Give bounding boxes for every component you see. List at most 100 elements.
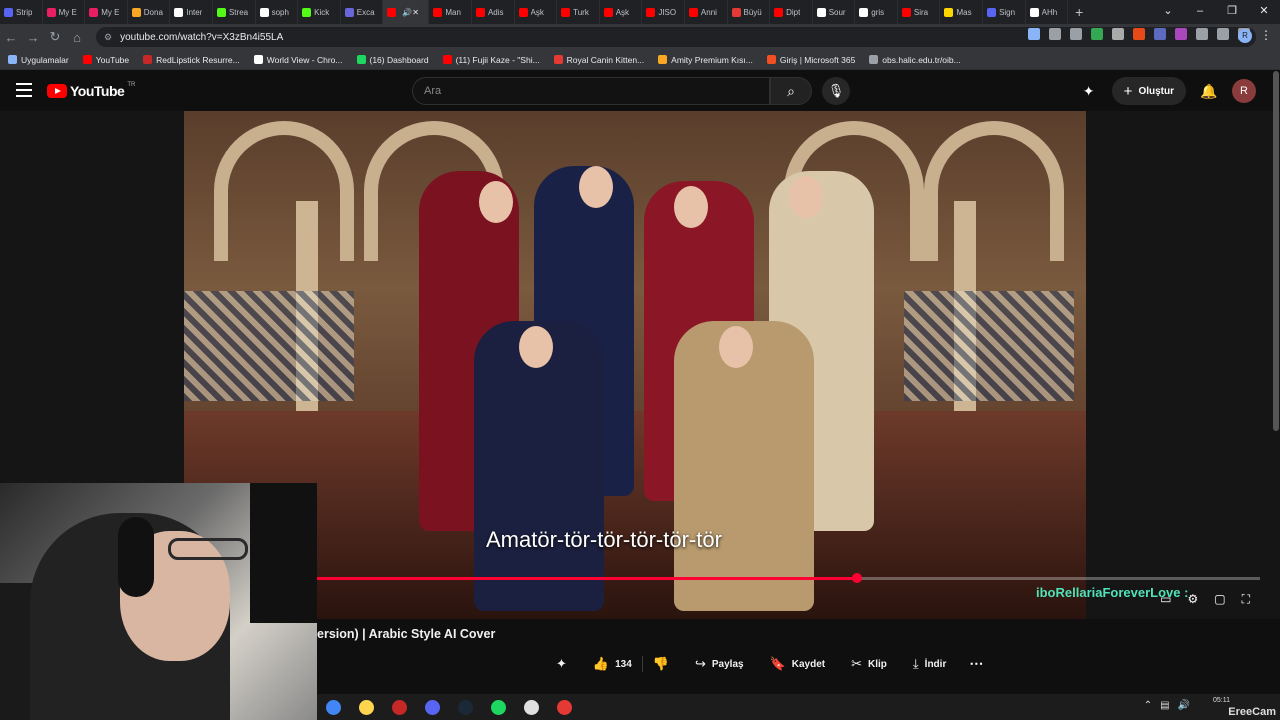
bookmark-item[interactable]: Uygulamalar [8,55,69,65]
back-icon[interactable]: ← [0,30,22,45]
browser-tab[interactable]: Sign [983,0,1026,24]
chrome-menu-icon[interactable]: ⋮ [1260,28,1272,42]
more-actions-button[interactable]: ⋯ [963,651,989,677]
share-button[interactable]: ↪ Paylaş [685,651,753,677]
theater-mode-icon[interactable]: ▢ [1214,592,1225,607]
app-taskbar-icon[interactable] [548,694,581,720]
new-tab-button[interactable]: + [1068,4,1090,20]
spotify-taskbar-icon[interactable] [482,694,515,720]
bookmark-star-icon[interactable] [1070,28,1082,40]
search-button[interactable]: ⌕ [770,77,812,105]
tab-audio-close-icon[interactable]: 🔊✕ [402,8,419,17]
extension-icon-1[interactable] [1091,28,1103,40]
browser-tab[interactable]: Exca [341,0,384,24]
install-icon[interactable] [1028,28,1040,40]
miniplayer-icon[interactable]: ▭ [1160,592,1171,607]
download-button[interactable]: ⤓ İndir [903,651,956,677]
volume-icon[interactable]: 🔊 [1178,700,1190,711]
tab-search-icon[interactable]: ⌄ [1152,0,1184,24]
browser-profile-avatar[interactable]: R [1238,29,1252,43]
close-window-button[interactable]: ✕ [1248,0,1280,24]
clip-button[interactable]: ✂ Klip [842,651,896,677]
forward-icon[interactable]: → [22,30,44,45]
bookmark-label: (11) Fujii Kaze - "Shi... [455,54,540,65]
bookmark-item[interactable]: obs.halic.edu.tr/oib... [869,55,961,65]
bookmark-item[interactable]: RedLipstick Resurre... [143,55,240,65]
obs-taskbar-icon[interactable] [515,694,548,720]
extension-icon-2[interactable] [1112,28,1124,40]
settings-icon[interactable]: ⚙ [1187,592,1198,607]
browser-tab[interactable]: Man [429,0,472,24]
browser-tab[interactable]: Strip [0,0,43,24]
browser-tab[interactable]: My E [85,0,128,24]
browser-tab[interactable]: 🔊✕ [383,0,430,24]
save-button[interactable]: 🔖 Kaydet [760,651,835,677]
browser-tab[interactable]: Mas [940,0,984,24]
site-info-icon[interactable]: ⚙ [104,32,112,43]
voicemeeter-taskbar-icon[interactable] [383,694,416,720]
create-button[interactable]: + Oluştur [1111,77,1186,105]
extension-icon-4[interactable] [1154,28,1166,40]
voice-search-icon[interactable]: 🎙 [822,77,850,105]
clock[interactable]: 05:11 [1213,696,1230,706]
tab-title: Exca [356,7,375,17]
minimize-button[interactable]: – [1184,0,1216,24]
browser-tab[interactable]: Aşk [515,0,558,24]
steam-taskbar-icon[interactable] [449,694,482,720]
maximize-button[interactable]: ❐ [1216,0,1248,24]
avatar[interactable]: R [1232,79,1256,103]
bookmark-item[interactable]: (11) Fujii Kaze - "Shi... [442,54,540,65]
browser-tab[interactable]: Aşk [600,0,643,24]
share-icon[interactable] [1049,28,1061,40]
browser-tab[interactable]: Turk [557,0,600,24]
bookmark-item[interactable]: (16) Dashboard [356,55,429,65]
fullscreen-icon[interactable]: ⛶ [1242,592,1250,607]
bookmark-item[interactable]: Giriş | Microsoft 365 [766,55,855,65]
scrubber-handle[interactable] [851,573,862,583]
page-scrollbar[interactable] [1272,71,1280,441]
browser-tab[interactable]: Dipt [770,0,813,24]
browser-tab[interactable]: Anni [685,0,728,24]
menu-icon[interactable] [16,83,32,101]
like-count[interactable]: 134 [615,659,632,670]
browser-tab[interactable]: Adis [472,0,515,24]
browser-tab[interactable]: soph [256,0,299,24]
tray-expand-icon[interactable]: ⌃ [1144,700,1152,711]
browser-tab[interactable]: My E [43,0,86,24]
notifications-icon[interactable]: 🔔 [1198,83,1220,100]
chrome-taskbar-icon[interactable] [317,694,350,720]
browser-tab[interactable]: Sira [898,0,941,24]
home-icon[interactable]: ⌂ [66,30,88,45]
progress-bar[interactable] [316,573,1260,583]
browser-tab[interactable]: AHh [1026,0,1069,24]
sparkle-icon[interactable]: ✦ [1078,83,1100,100]
reload-icon[interactable]: ↻ [44,29,66,45]
reading-list-icon[interactable] [1217,28,1229,40]
browser-tab[interactable]: Strea [213,0,256,24]
dislike-icon[interactable]: 👎 [653,656,669,672]
youtube-logo[interactable]: YouTube TR [47,82,135,99]
discord-taskbar-icon[interactable] [416,694,449,720]
network-icon[interactable]: ▤ [1160,700,1169,711]
browser-tab[interactable]: Inter [170,0,213,24]
files-taskbar-icon[interactable] [350,694,383,720]
bookmark-item[interactable]: World View - Chro... [253,55,343,65]
bookmark-item[interactable]: Royal Canin Kitten... [553,55,644,65]
browser-tab[interactable]: Büyü [728,0,771,24]
browser-tab[interactable]: JISO [642,0,685,24]
extension-icon-5[interactable] [1175,28,1187,40]
browser-tab[interactable]: Sour [813,0,856,24]
browser-tab[interactable]: gris [855,0,898,24]
app-icon [557,699,572,715]
search-input[interactable]: Ara [412,77,770,105]
like-icon[interactable]: 👍 [593,656,609,672]
ask-icon[interactable]: ✦ [547,651,576,677]
webcam-microphone [250,483,317,623]
browser-tab[interactable]: Dona [128,0,171,24]
browser-tab[interactable]: Kick [298,0,341,24]
bookmark-item[interactable]: Amity Premium Kısı... [658,55,753,65]
bookmark-item[interactable]: YouTube [82,55,129,65]
extension-icon-3[interactable] [1133,28,1145,40]
scrollbar-thumb[interactable] [1273,71,1279,431]
puzzle-icon[interactable] [1196,28,1208,40]
